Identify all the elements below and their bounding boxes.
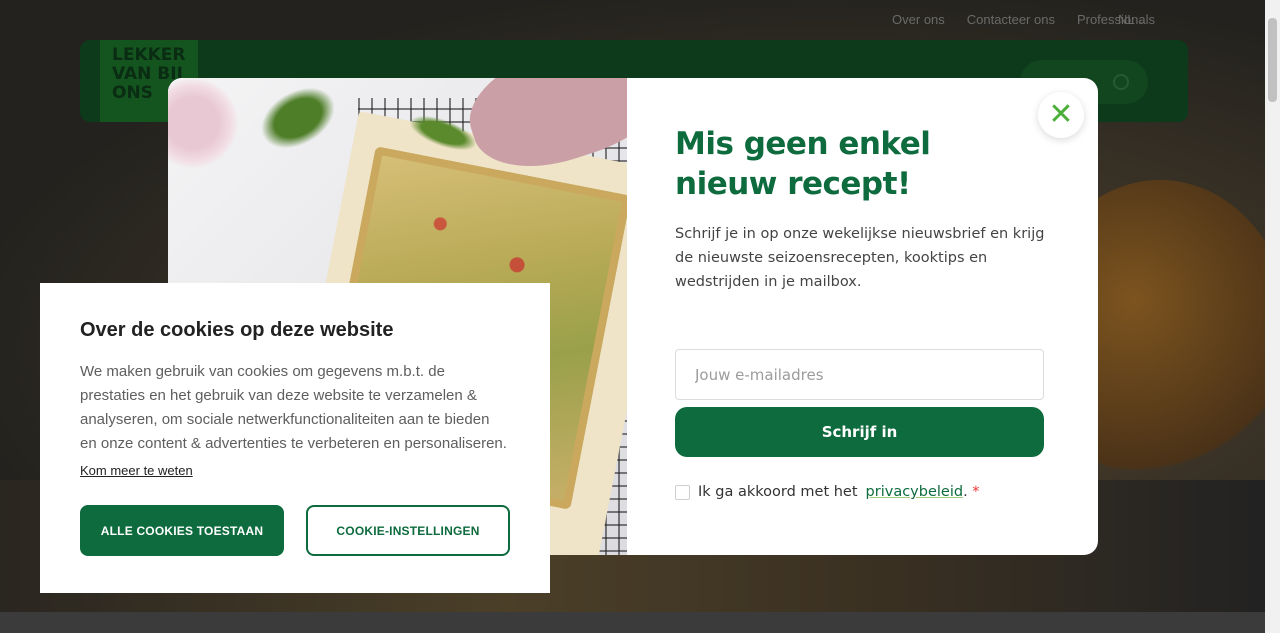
cookie-banner: Over de cookies op deze website We maken… bbox=[40, 283, 550, 593]
language-label: NL bbox=[1118, 12, 1135, 27]
background-bottom-strip bbox=[0, 612, 1265, 633]
consent-period: . bbox=[963, 484, 968, 500]
top-link-about[interactable]: Over ons bbox=[892, 12, 945, 27]
user-icon bbox=[1113, 74, 1129, 90]
photo-glass bbox=[168, 78, 238, 168]
subscribe-button[interactable]: Schrijf in bbox=[675, 407, 1044, 457]
language-selector[interactable]: NL ⌄ bbox=[1118, 12, 1145, 27]
consent-text: Ik ga akkoord met het bbox=[698, 484, 858, 500]
top-links: Over ons Contacteer ons Professionals bbox=[892, 12, 1155, 27]
privacy-consent: Ik ga akkoord met het privacybeleid. * bbox=[675, 484, 980, 500]
cookie-actions: ALLE COOKIES TOESTAAN COOKIE-INSTELLINGE… bbox=[80, 505, 510, 556]
learn-more-link[interactable]: Kom meer te weten bbox=[80, 463, 193, 478]
chevron-down-icon: ⌄ bbox=[1137, 16, 1146, 26]
logo-line-1: LEKKER bbox=[112, 45, 186, 65]
privacy-policy-link[interactable]: privacybeleid bbox=[866, 484, 964, 500]
photo-herb bbox=[244, 78, 352, 167]
accept-all-cookies-button[interactable]: ALLE COOKIES TOESTAAN bbox=[80, 505, 284, 556]
required-marker: * bbox=[972, 484, 980, 500]
email-field[interactable] bbox=[675, 349, 1044, 400]
cookie-settings-button[interactable]: COOKIE-INSTELLINGEN bbox=[306, 505, 510, 556]
consent-checkbox[interactable] bbox=[675, 484, 690, 500]
newsletter-form-panel: ✕ Mis geen enkel nieuw recept! Schrijf j… bbox=[627, 78, 1098, 555]
newsletter-title: Mis geen enkel nieuw recept! bbox=[675, 126, 931, 202]
newsletter-description: Schrijf je in op onze wekelijkse nieuwsb… bbox=[675, 226, 1045, 290]
top-link-contact[interactable]: Contacteer ons bbox=[967, 12, 1055, 27]
scrollbar-thumb[interactable] bbox=[1268, 18, 1277, 102]
cookie-title: Over de cookies op deze website bbox=[80, 319, 394, 341]
cookie-description: We maken gebruik van cookies om gegevens… bbox=[80, 363, 507, 452]
close-icon[interactable]: ✕ bbox=[1038, 92, 1084, 138]
